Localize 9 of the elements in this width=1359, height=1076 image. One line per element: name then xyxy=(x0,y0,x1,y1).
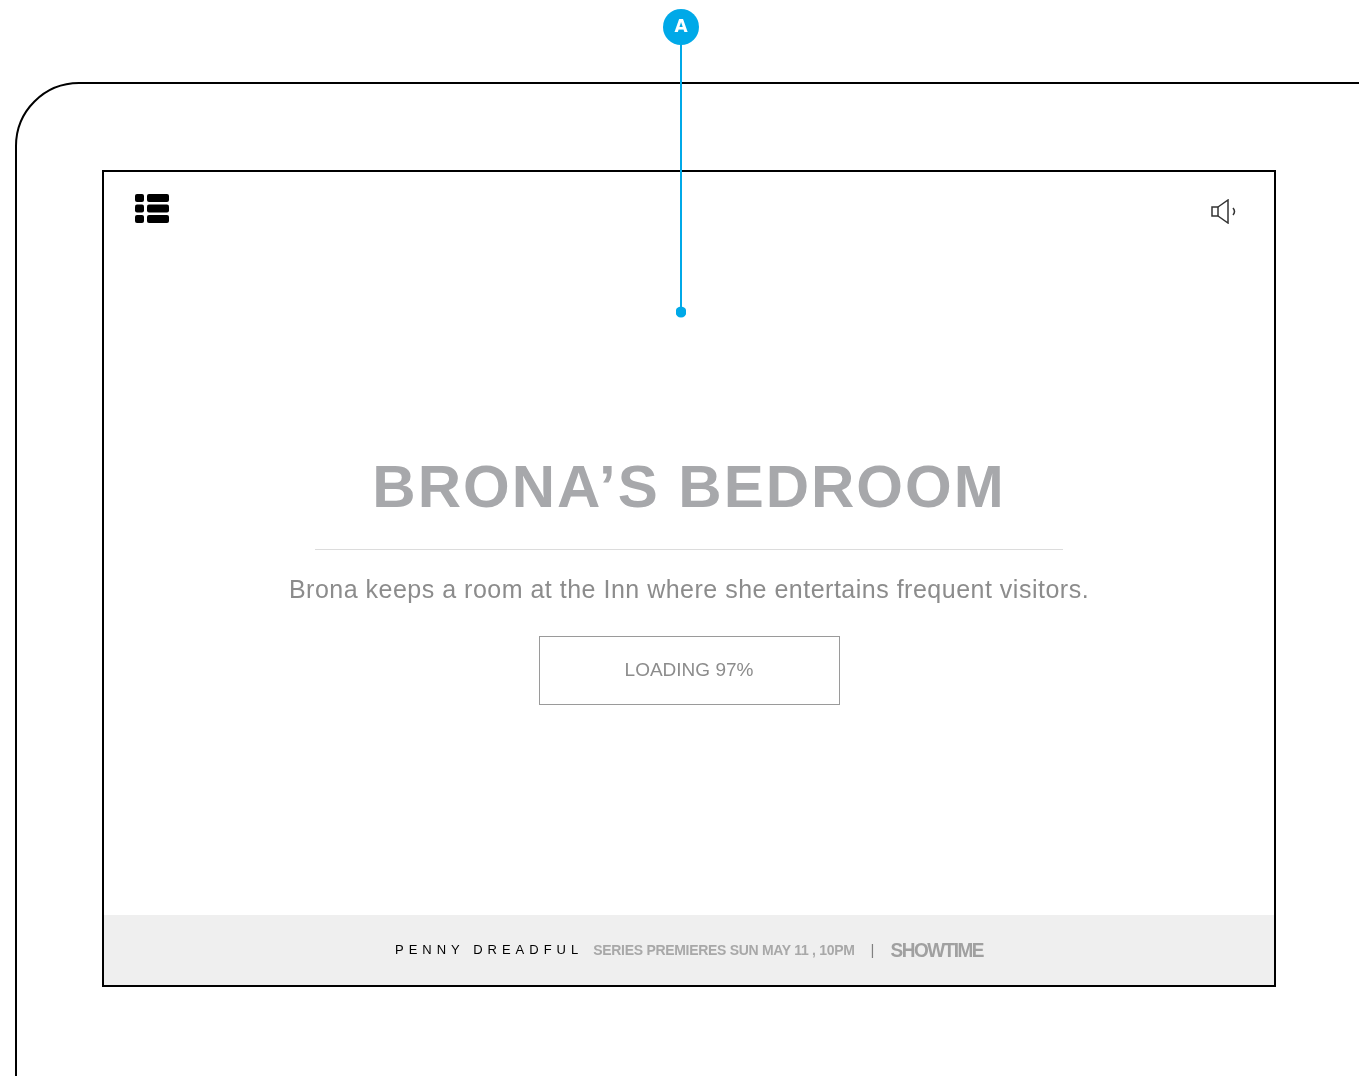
separator-text: | xyxy=(870,939,875,960)
room-title: BRONA’S BEDROOM xyxy=(372,452,1006,522)
list-menu-icon[interactable] xyxy=(135,194,169,223)
marker-label: A xyxy=(674,15,688,39)
room-description: Brona keeps a room at the Inn where she entertains frequent visitors. xyxy=(288,574,1090,605)
premiere-text: SERIES PREMIERES SUN MAY 11 , 10PM xyxy=(593,940,855,960)
network-logo: SHOWTIME xyxy=(890,936,983,963)
loading-button[interactable]: LOADING 97% xyxy=(538,636,840,705)
show-name: PENNY DREADFUL xyxy=(395,941,584,960)
